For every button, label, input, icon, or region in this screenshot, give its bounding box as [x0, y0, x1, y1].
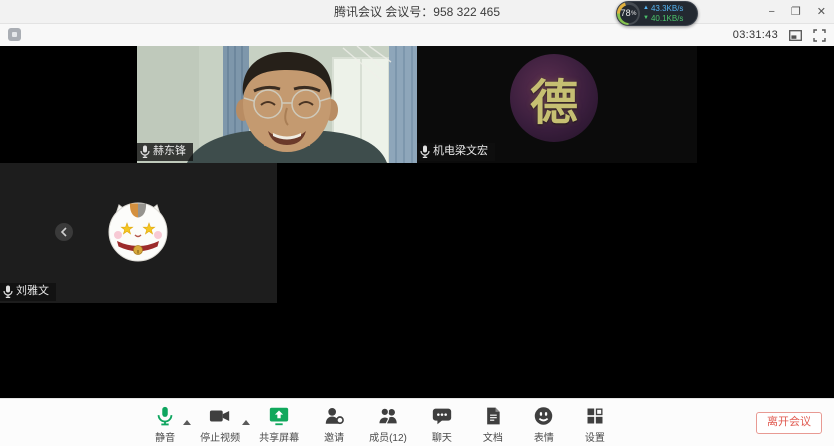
- upload-arrow-icon: ▲: [643, 4, 649, 13]
- participant-name: 刘雅文: [16, 285, 49, 297]
- participant-name: 机电梁文宏: [433, 145, 488, 157]
- calligraphy-avatar: 德: [510, 54, 598, 142]
- video-tile-liuyawen[interactable]: 刘雅文: [0, 163, 277, 303]
- collapse-left-button[interactable]: [55, 223, 73, 241]
- invite-person-icon: [322, 405, 346, 427]
- download-rate: ▼ 40.1KB/s: [643, 14, 683, 23]
- download-arrow-icon: ▼: [643, 14, 649, 23]
- restore-button[interactable]: ❐: [791, 7, 801, 18]
- participant-nametag: 刘雅文: [0, 283, 56, 301]
- floating-window-icon[interactable]: [789, 30, 802, 41]
- fullscreen-icon[interactable]: [813, 29, 826, 42]
- participant-nametag: 机电梁文宏: [417, 143, 495, 161]
- window-title: 腾讯会议 会议号：958 322 465: [334, 3, 500, 20]
- meeting-info-bar: 03:31:43: [0, 24, 834, 46]
- cpu-percent: 78%: [620, 5, 638, 23]
- settings-grid-icon: [585, 405, 605, 427]
- minimize-button[interactable]: −: [768, 7, 774, 18]
- share-screen-button[interactable]: 共享屏幕: [259, 405, 299, 444]
- meeting-timer: 03:31:43: [733, 29, 778, 41]
- mic-small-icon: [3, 285, 13, 298]
- video-stage: 赫东锋 德 机电梁文宏: [0, 46, 834, 398]
- window-controls: − ❐ ✕: [768, 0, 826, 24]
- stop-video-button[interactable]: 停止视频: [200, 405, 240, 444]
- cpu-gauge-icon: 78%: [617, 2, 640, 25]
- title-bar: 腾讯会议 会议号：958 322 465 − ❐ ✕: [0, 0, 834, 24]
- video-tile-liangwenhong[interactable]: 德 机电梁文宏: [417, 46, 697, 163]
- leave-meeting-button[interactable]: 离开会议: [756, 412, 822, 434]
- cat-avatar: [106, 200, 170, 264]
- document-icon: [483, 405, 503, 427]
- settings-button[interactable]: 设置: [579, 405, 611, 444]
- participant-nametag: 赫东锋: [137, 143, 193, 161]
- video-tile-hedongfeng[interactable]: 赫东锋: [137, 46, 417, 163]
- network-rates: ▲ 43.3KB/s ▼ 40.1KB/s: [643, 4, 683, 23]
- members-icon: [376, 405, 400, 427]
- mic-small-icon: [420, 145, 430, 158]
- mute-button[interactable]: 静音: [149, 405, 181, 444]
- network-status-icon[interactable]: [8, 28, 21, 41]
- mic-icon: [154, 405, 176, 427]
- close-button[interactable]: ✕: [817, 7, 826, 18]
- video-options-caret-icon[interactable]: [242, 412, 250, 430]
- meeting-toolbar: 静音 停止视频 共享屏幕 邀请: [0, 398, 834, 446]
- tencent-meeting-window: 腾讯会议 会议号：958 322 465 − ❐ ✕ 78% ▲ 43.3KB/…: [0, 0, 834, 446]
- performance-overlay[interactable]: 78% ▲ 43.3KB/s ▼ 40.1KB/s: [616, 1, 698, 26]
- mic-options-caret-icon[interactable]: [183, 412, 191, 430]
- members-button[interactable]: 成员(12): [369, 405, 407, 444]
- camera-icon: [208, 405, 232, 427]
- invite-button[interactable]: 邀请: [318, 405, 350, 444]
- chevron-left-icon: [60, 227, 68, 237]
- upload-rate: ▲ 43.3KB/s: [643, 4, 683, 13]
- mic-small-icon: [140, 145, 150, 158]
- docs-button[interactable]: 文档: [477, 405, 509, 444]
- screen-share-icon: [267, 405, 291, 427]
- emoji-smiley-icon: [533, 405, 554, 427]
- chat-bubble-icon: [430, 405, 454, 427]
- emoji-button[interactable]: 表情: [528, 405, 560, 444]
- participant-name: 赫东锋: [153, 145, 186, 157]
- chat-button[interactable]: 聊天: [426, 405, 458, 444]
